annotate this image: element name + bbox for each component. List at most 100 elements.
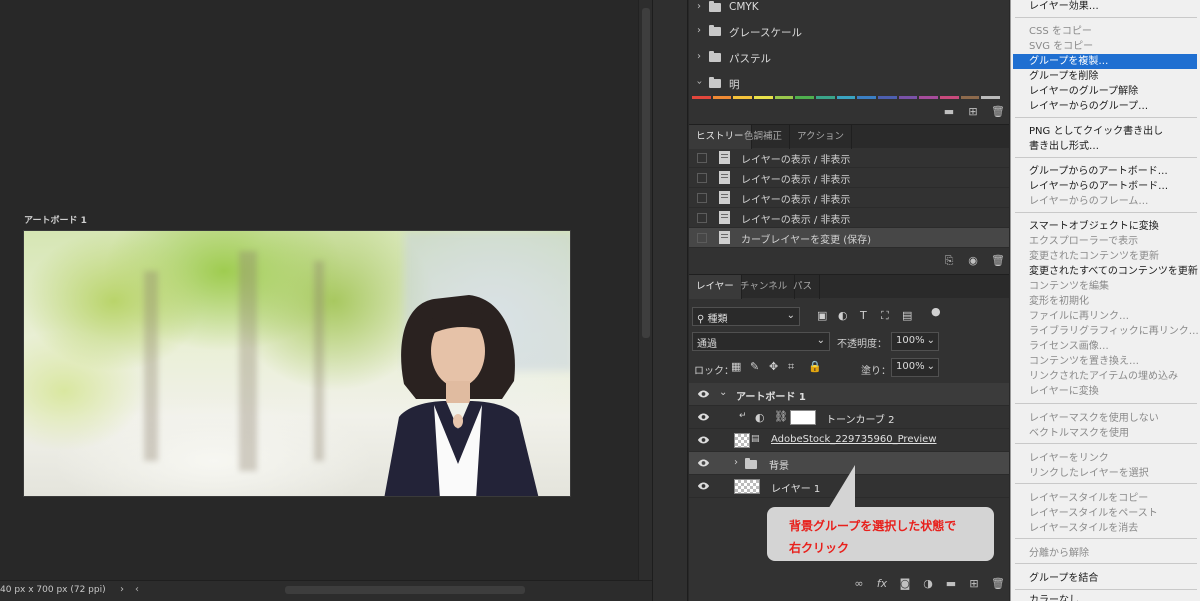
layer-thumbnail[interactable] [734, 479, 760, 494]
status-expand-icon[interactable]: › [120, 584, 124, 595]
context-menu-item[interactable]: グループを削除 [1011, 69, 1200, 84]
horizontal-scrollbar[interactable]: ‹ [135, 583, 635, 597]
context-menu-item[interactable]: カラーなし [1011, 593, 1200, 601]
context-menu-item[interactable]: グループを結合 [1011, 571, 1200, 586]
shape-filter-icon[interactable]: ⛶ [881, 309, 889, 323]
trash-icon[interactable]: 🗑 [991, 255, 1005, 267]
swatch-color[interactable] [774, 96, 794, 99]
history-item[interactable]: レイヤーの表示 / 非表示 [689, 168, 1009, 188]
swatch-color[interactable] [960, 96, 980, 99]
swatch-color-strip[interactable] [692, 96, 1002, 99]
new-layer-icon[interactable]: ⊞ [968, 578, 980, 590]
scroll-thumb[interactable] [285, 586, 525, 594]
swatch-color[interactable] [836, 96, 856, 99]
context-menu-item[interactable]: レイヤーからのグループ… [1011, 99, 1200, 114]
blend-mode-select[interactable]: 通過 ⌄ [692, 332, 830, 351]
swatch-group-row[interactable]: › グレースケール [689, 20, 1009, 44]
trash-icon[interactable]: 🗑 [991, 106, 1005, 118]
lock-artboard-icon[interactable]: ⌗ [788, 360, 794, 374]
new-document-icon[interactable]: ⎘ [943, 255, 955, 267]
history-snapshot-checkbox[interactable] [697, 233, 707, 243]
context-menu-item[interactable]: レイヤーからのアートボード… [1011, 179, 1200, 194]
lock-brush-icon[interactable]: ✎ [750, 360, 759, 373]
canvas-area[interactable]: アートボード 1 40 px x 700 px (72 ppi) › ‹ [0, 0, 652, 601]
scroll-thumb[interactable] [642, 8, 650, 338]
layer-row-artboard[interactable]: ⌄ アートボード 1 [689, 383, 1009, 406]
context-menu-item[interactable]: 変更されたすべてのコンテンツを更新 [1011, 264, 1200, 279]
layer-filter-select[interactable]: ⚲ 種類 ⌄ [692, 307, 800, 326]
scroll-left-icon[interactable]: ‹ [135, 584, 139, 595]
eye-icon[interactable] [697, 412, 710, 422]
smart-object-filter-icon[interactable]: ▤ [902, 309, 912, 322]
pixel-filter-icon[interactable]: ▣ [817, 309, 827, 322]
chevron-down-icon[interactable]: › [694, 81, 705, 85]
tab-adjustments[interactable]: 色調補正 [737, 125, 791, 149]
folder-icon[interactable]: ▬ [943, 106, 955, 118]
camera-icon[interactable]: ◉ [967, 255, 979, 267]
swatch-color[interactable] [816, 96, 835, 99]
history-snapshot-checkbox[interactable] [697, 173, 707, 183]
swatch-color[interactable] [940, 96, 959, 99]
eye-icon[interactable] [697, 389, 710, 399]
swatch-color[interactable] [754, 96, 773, 99]
context-menu-item[interactable]: レイヤーのグループ解除 [1011, 84, 1200, 99]
vertical-scrollbar[interactable] [638, 0, 652, 580]
swatch-group-row[interactable]: › パステル [689, 46, 1009, 70]
eye-icon[interactable] [697, 435, 710, 445]
type-filter-icon[interactable]: T [860, 309, 867, 322]
history-snapshot-checkbox[interactable] [697, 153, 707, 163]
eye-icon[interactable] [697, 458, 710, 468]
new-swatch-icon[interactable]: ⊞ [967, 106, 979, 118]
context-menu-item[interactable]: グループを複製… [1013, 54, 1197, 69]
swatch-color[interactable] [795, 96, 815, 99]
artboard-image[interactable] [23, 230, 571, 497]
chevron-right-icon[interactable]: › [697, 25, 701, 36]
swatch-color[interactable] [857, 96, 877, 99]
link-layers-icon[interactable]: ∞ [853, 578, 865, 590]
swatch-group-row[interactable]: › 明 [689, 72, 1009, 96]
chevron-right-icon[interactable]: › [697, 51, 701, 62]
layer-thumbnail[interactable] [734, 433, 750, 448]
swatch-color[interactable] [898, 96, 918, 99]
swatch-group-row[interactable]: › CMYK [689, 0, 1009, 20]
trash-icon[interactable]: 🗑 [991, 578, 1005, 590]
history-item[interactable]: レイヤーの表示 / 非表示 [689, 188, 1009, 208]
swatch-color[interactable] [981, 96, 1001, 99]
tab-paths[interactable]: パス [786, 275, 821, 299]
context-menu-item[interactable]: スマートオブジェクトに変換 [1011, 219, 1200, 234]
context-menu-item[interactable]: レイヤー効果… [1011, 0, 1200, 14]
chevron-right-icon[interactable]: › [697, 1, 701, 12]
tab-actions[interactable]: アクション [790, 125, 853, 149]
chevron-right-icon[interactable]: › [734, 457, 738, 468]
swatch-color[interactable] [692, 96, 711, 99]
history-item[interactable]: レイヤーの表示 / 非表示 [689, 148, 1009, 168]
chevron-down-icon[interactable]: ⌄ [719, 387, 727, 398]
context-menu-item[interactable]: PNG としてクイック書き出し [1011, 124, 1200, 139]
context-menu-item[interactable]: グループからのアートボード… [1011, 164, 1200, 179]
lock-position-icon[interactable]: ✥ [769, 360, 778, 373]
adjustment-icon[interactable]: ◑ [922, 578, 934, 590]
layer-row-smart-object[interactable]: ▤ AdobeStock_229735960_Preview [689, 429, 1009, 452]
history-item[interactable]: レイヤーの表示 / 非表示 [689, 208, 1009, 228]
lock-all-icon[interactable]: 🔒 [808, 360, 822, 373]
adjustment-filter-icon[interactable]: ◐ [838, 309, 848, 322]
eye-icon[interactable] [697, 481, 710, 491]
add-mask-icon[interactable]: ◙ [899, 578, 911, 590]
swatch-color[interactable] [919, 96, 939, 99]
lock-transparent-icon[interactable]: ▦ [731, 360, 741, 373]
link-chain-icon[interactable]: ⛓ [774, 410, 788, 423]
layer-mask-thumbnail[interactable] [790, 410, 816, 425]
history-item-current[interactable]: カーブレイヤーを変更 (保存) [689, 228, 1009, 248]
swatch-color[interactable] [878, 96, 897, 99]
history-snapshot-checkbox[interactable] [697, 213, 707, 223]
opacity-input[interactable]: 100% ⌄ [891, 332, 939, 351]
layer-row-curves[interactable]: ↵ ◐ ⛓ トーンカーブ 2 [689, 406, 1009, 429]
fx-icon[interactable]: fx [876, 578, 888, 590]
filter-toggle-icon[interactable]: ● [931, 305, 941, 318]
new-group-icon[interactable]: ▬ [945, 578, 957, 590]
swatch-color[interactable] [733, 96, 753, 99]
context-menu-item[interactable]: 書き出し形式… [1011, 139, 1200, 154]
history-snapshot-checkbox[interactable] [697, 193, 707, 203]
swatch-color[interactable] [712, 96, 732, 99]
fill-input[interactable]: 100% ⌄ [891, 358, 939, 377]
